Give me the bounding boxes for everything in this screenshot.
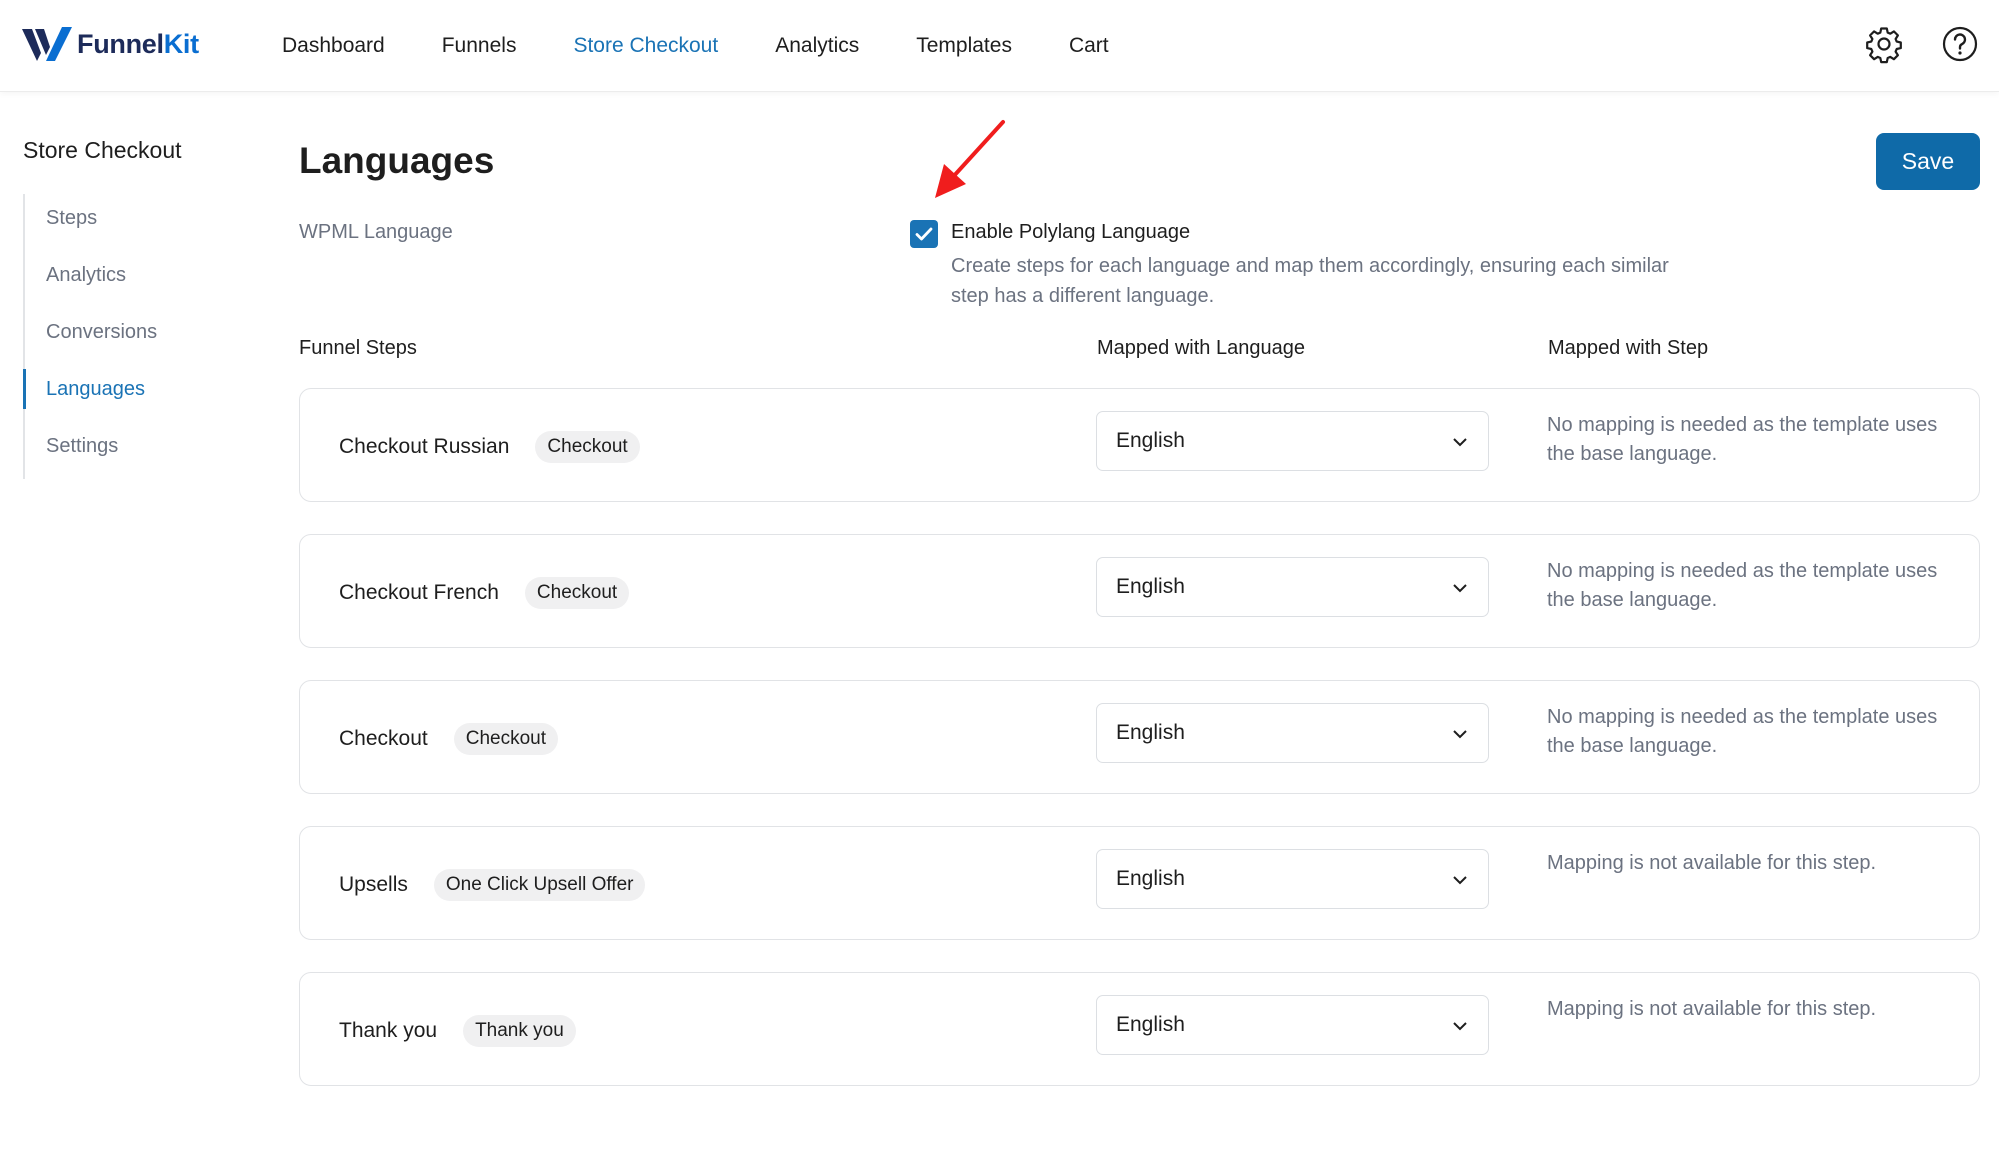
red-arrow-annotation-icon [935, 120, 1005, 198]
step-type-badge: One Click Upsell Offer [433, 869, 646, 901]
mapping-note: No mapping is needed as the template use… [1547, 414, 1938, 465]
step-name-text: Checkout Russian [339, 435, 510, 458]
sidebar-menu: Steps Analytics Conversions Languages Se… [23, 194, 223, 479]
chevron-down-icon [1453, 438, 1467, 447]
mapping-note: Mapping is not available for this step. [1547, 852, 1877, 874]
polylang-description: Create steps for each language and map t… [951, 255, 1669, 307]
top-navigation-bar: FunnelKit Dashboard Funnels Store Checko… [0, 0, 1999, 92]
chevron-down-icon [1453, 730, 1467, 739]
checkmark-icon [915, 227, 933, 241]
sidebar-item-languages[interactable]: Languages [23, 365, 223, 422]
funnelkit-logo-icon [22, 27, 72, 61]
language-select-value: English [1116, 867, 1185, 890]
nav-analytics[interactable]: Analytics [775, 34, 859, 58]
language-select-value: English [1116, 1013, 1185, 1036]
step-name: Checkout French Checkout [339, 577, 630, 609]
enable-polylang-label[interactable]: Enable Polylang Language [951, 221, 1190, 244]
nav-templates[interactable]: Templates [916, 34, 1012, 58]
mapping-note: No mapping is needed as the template use… [1547, 706, 1938, 757]
column-header-mapped-language: Mapped with Language [1097, 337, 1305, 359]
sidebar-item-analytics[interactable]: Analytics [25, 251, 223, 308]
table-row: Upsells One Click Upsell Offer English M… [299, 826, 1980, 940]
enable-polylang-checkbox[interactable] [910, 220, 938, 248]
nav-dashboard[interactable]: Dashboard [282, 34, 385, 58]
main-nav: Dashboard Funnels Store Checkout Analyti… [282, 0, 1166, 92]
sidebar-item-settings[interactable]: Settings [25, 422, 223, 479]
language-select[interactable]: English [1096, 849, 1489, 909]
chevron-down-icon [1453, 584, 1467, 593]
help-icon[interactable] [1940, 24, 1980, 64]
step-type-badge: Checkout [535, 431, 640, 463]
table-row: Thank you Thank you English Mapping is n… [299, 972, 1980, 1086]
language-select-value: English [1116, 721, 1185, 744]
step-name: Thank you Thank you [339, 1015, 576, 1047]
step-name-text: Checkout French [339, 581, 499, 604]
save-button[interactable]: Save [1876, 133, 1980, 190]
chevron-down-icon [1453, 1022, 1467, 1031]
page-title: Languages [299, 140, 495, 181]
logo-text: FunnelKit [77, 28, 199, 59]
step-name: Upsells One Click Upsell Offer [339, 869, 646, 901]
nav-store-checkout[interactable]: Store Checkout [573, 34, 718, 58]
column-header-mapped-step: Mapped with Step [1548, 337, 1709, 359]
language-select-value: English [1116, 575, 1185, 598]
sidebar-title: Store Checkout [23, 137, 182, 163]
step-type-badge: Checkout [524, 577, 630, 609]
mapping-note: Mapping is not available for this step. [1547, 998, 1877, 1020]
funnelkit-logo[interactable]: FunnelKit [22, 24, 199, 64]
nav-funnels[interactable]: Funnels [442, 34, 517, 58]
language-select[interactable]: English [1096, 557, 1489, 617]
step-name: Checkout Checkout [339, 723, 558, 755]
column-header-funnel-steps: Funnel Steps [299, 337, 417, 359]
gear-icon[interactable] [1864, 24, 1904, 64]
step-name-text: Checkout [339, 727, 428, 750]
table-row: Checkout Russian Checkout English No map… [299, 388, 1980, 502]
step-name-text: Thank you [339, 1019, 438, 1042]
step-type-badge: Checkout [453, 723, 558, 755]
mapping-note: No mapping is needed as the template use… [1547, 560, 1938, 611]
language-select[interactable]: English [1096, 411, 1489, 471]
sidebar-item-conversions[interactable]: Conversions [25, 308, 223, 365]
table-row: Checkout French Checkout English No mapp… [299, 534, 1980, 648]
language-select[interactable]: English [1096, 995, 1489, 1055]
nav-cart[interactable]: Cart [1069, 34, 1109, 58]
language-select[interactable]: English [1096, 703, 1489, 763]
chevron-down-icon [1453, 876, 1467, 885]
step-name-text: Upsells [339, 873, 408, 896]
language-select-value: English [1116, 429, 1185, 452]
wpml-language-label: WPML Language [299, 221, 453, 243]
table-row: Checkout Checkout English No mapping is … [299, 680, 1980, 794]
step-name: Checkout Russian Checkout [339, 431, 640, 463]
sidebar-item-steps[interactable]: Steps [25, 194, 223, 251]
step-type-badge: Thank you [463, 1015, 576, 1047]
